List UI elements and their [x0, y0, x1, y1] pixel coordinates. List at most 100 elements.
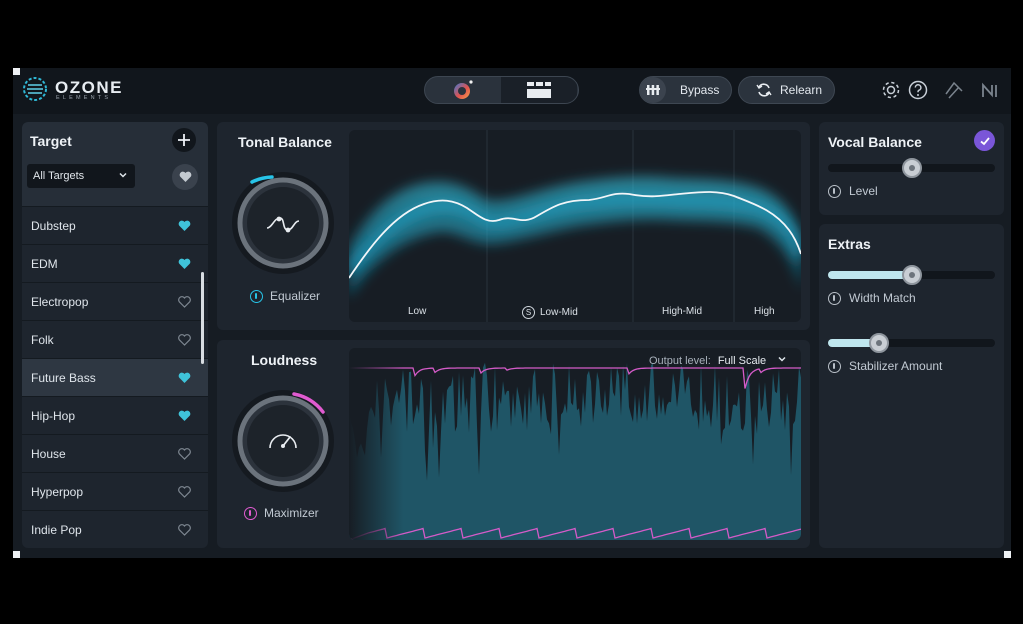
target-filter-select[interactable]: All Targets [27, 164, 135, 188]
output-level-selector[interactable]: Output level: Full Scale [649, 354, 787, 367]
relearn-button[interactable]: Relearn [738, 76, 835, 104]
help-icon[interactable] [907, 79, 929, 101]
width-match-thumb[interactable] [901, 265, 922, 285]
heart-icon[interactable] [178, 334, 191, 346]
heart-icon[interactable] [178, 410, 191, 422]
assistant-orb-icon [454, 80, 473, 99]
heart-icon [179, 171, 191, 182]
band-label-high: High [754, 306, 775, 317]
gear-icon[interactable] [880, 79, 902, 101]
signal-chain-icon[interactable] [943, 79, 965, 101]
bypass-icon-wrap [640, 77, 666, 103]
width-match-fill [828, 271, 912, 279]
target-list-item[interactable]: Future Bass [22, 358, 208, 396]
target-item-label: Future Bass [31, 371, 96, 385]
target-list-item[interactable]: Dubstep [22, 206, 208, 244]
refresh-icon [756, 83, 772, 97]
target-list-item[interactable]: House [22, 434, 208, 472]
equalizer-power-icon [250, 289, 263, 303]
target-item-label: Electropop [31, 295, 89, 309]
view-mode-toggle [424, 76, 579, 104]
target-list-item[interactable]: EDM [22, 244, 208, 282]
vocal-balance-title: Vocal Balance [828, 134, 922, 150]
width-match-power-icon[interactable] [828, 291, 841, 305]
equalizer-toggle[interactable]: Equalizer [250, 289, 320, 303]
modules-view-button[interactable] [501, 77, 577, 103]
vocal-level-label: Level [849, 184, 878, 198]
vocal-balance-panel: Vocal Balance Level [819, 122, 1004, 215]
solo-badge-icon[interactable]: S [522, 306, 535, 319]
heart-icon[interactable] [178, 486, 191, 498]
vocal-balance-enable-checkbox[interactable] [974, 130, 995, 151]
bypass-label: Bypass [680, 83, 720, 97]
target-list-item[interactable]: Hip-Hop [22, 396, 208, 434]
heart-icon[interactable] [178, 220, 191, 232]
loudness-meter: Output level: Full Scale [349, 348, 801, 540]
output-level-label: Output level: [649, 355, 711, 367]
chevron-down-icon [119, 172, 127, 178]
vocal-level-slider[interactable] [828, 158, 995, 178]
target-list-item[interactable]: Folk [22, 320, 208, 358]
equalizer-label: Equalizer [270, 289, 321, 303]
tonal-balance-graph: Low S Low-Mid High-Mid High [349, 130, 801, 322]
maximizer-power-icon [244, 506, 257, 520]
target-title: Target [30, 133, 72, 149]
ozone-app-window: OZONE ELEMENTS Bypass Relearn Target All… [13, 68, 1011, 558]
target-list-item[interactable]: Electropop [22, 282, 208, 320]
heart-icon[interactable] [178, 296, 191, 308]
brand-subtitle: ELEMENTS [56, 95, 112, 101]
extras-title: Extras [828, 236, 871, 252]
chevron-down-icon [778, 356, 786, 362]
stabilizer-amount-thumb[interactable] [869, 333, 890, 353]
loudness-panel: Loudness Maximizer Output level: Full Sc… [217, 340, 810, 548]
tonal-balance-curve [349, 130, 801, 322]
target-list: Dubstep EDM Electropop Folk Future Bass Hip-H… [22, 206, 208, 548]
equalizer-knob[interactable] [230, 170, 336, 276]
target-list-scrollbar[interactable] [201, 272, 204, 364]
window-corner-bottom-right [1004, 551, 1011, 558]
bypass-button[interactable]: Bypass [639, 76, 732, 104]
plus-icon [178, 134, 190, 146]
header-bar: OZONE ELEMENTS Bypass Relearn [13, 68, 1011, 114]
add-target-button[interactable] [172, 128, 196, 152]
extras-panel: Extras Width Match Stabilizer Amount [819, 224, 1004, 548]
vocal-level-thumb[interactable] [901, 158, 922, 178]
target-panel: Target All Targets Dubstep EDM Electropop F… [22, 122, 208, 548]
target-list-item[interactable]: Hyperpop [22, 472, 208, 510]
ozone-logo-icon [23, 77, 47, 101]
target-filter-value: All Targets [33, 170, 85, 182]
assistant-view-button[interactable] [425, 77, 501, 103]
loudness-title: Loudness [251, 352, 318, 368]
ni-logo-icon[interactable] [980, 79, 1002, 101]
vocal-level-control: Level [828, 184, 878, 198]
width-match-slider[interactable] [828, 265, 995, 285]
band-label-high-mid: High-Mid [662, 306, 703, 317]
band-label-low-mid: S Low-Mid [522, 306, 578, 319]
vocal-level-power-icon[interactable] [828, 184, 841, 198]
target-item-label: Hyperpop [31, 485, 84, 499]
width-match-label: Width Match [849, 291, 916, 305]
bypass-bars-icon [646, 85, 660, 95]
band-label-low: Low [408, 306, 427, 317]
stabilizer-amount-slider[interactable] [828, 333, 995, 353]
output-level-value: Full Scale [717, 355, 767, 367]
heart-icon[interactable] [178, 372, 191, 384]
stabilizer-amount-label: Stabilizer Amount [849, 359, 943, 373]
tonal-balance-panel: Tonal Balance Equalizer Low S Low-Mid Hi… [217, 122, 810, 330]
favorites-filter-button[interactable] [172, 164, 198, 190]
window-corner-top-left [13, 68, 20, 75]
heart-icon[interactable] [178, 448, 191, 460]
stabilizer-power-icon[interactable] [828, 359, 841, 373]
maximizer-knob[interactable] [230, 388, 336, 494]
heart-icon[interactable] [178, 524, 191, 536]
target-item-label: Dubstep [31, 219, 76, 233]
relearn-label: Relearn [780, 83, 823, 97]
target-item-label: Folk [31, 333, 54, 347]
width-match-control: Width Match [828, 291, 916, 305]
maximizer-toggle[interactable]: Maximizer [244, 506, 319, 520]
modules-grid-icon [527, 82, 551, 98]
heart-icon[interactable] [178, 258, 191, 270]
tonal-balance-title: Tonal Balance [238, 134, 332, 150]
target-item-label: EDM [31, 257, 58, 271]
target-list-item[interactable]: Indie Pop [22, 510, 208, 548]
